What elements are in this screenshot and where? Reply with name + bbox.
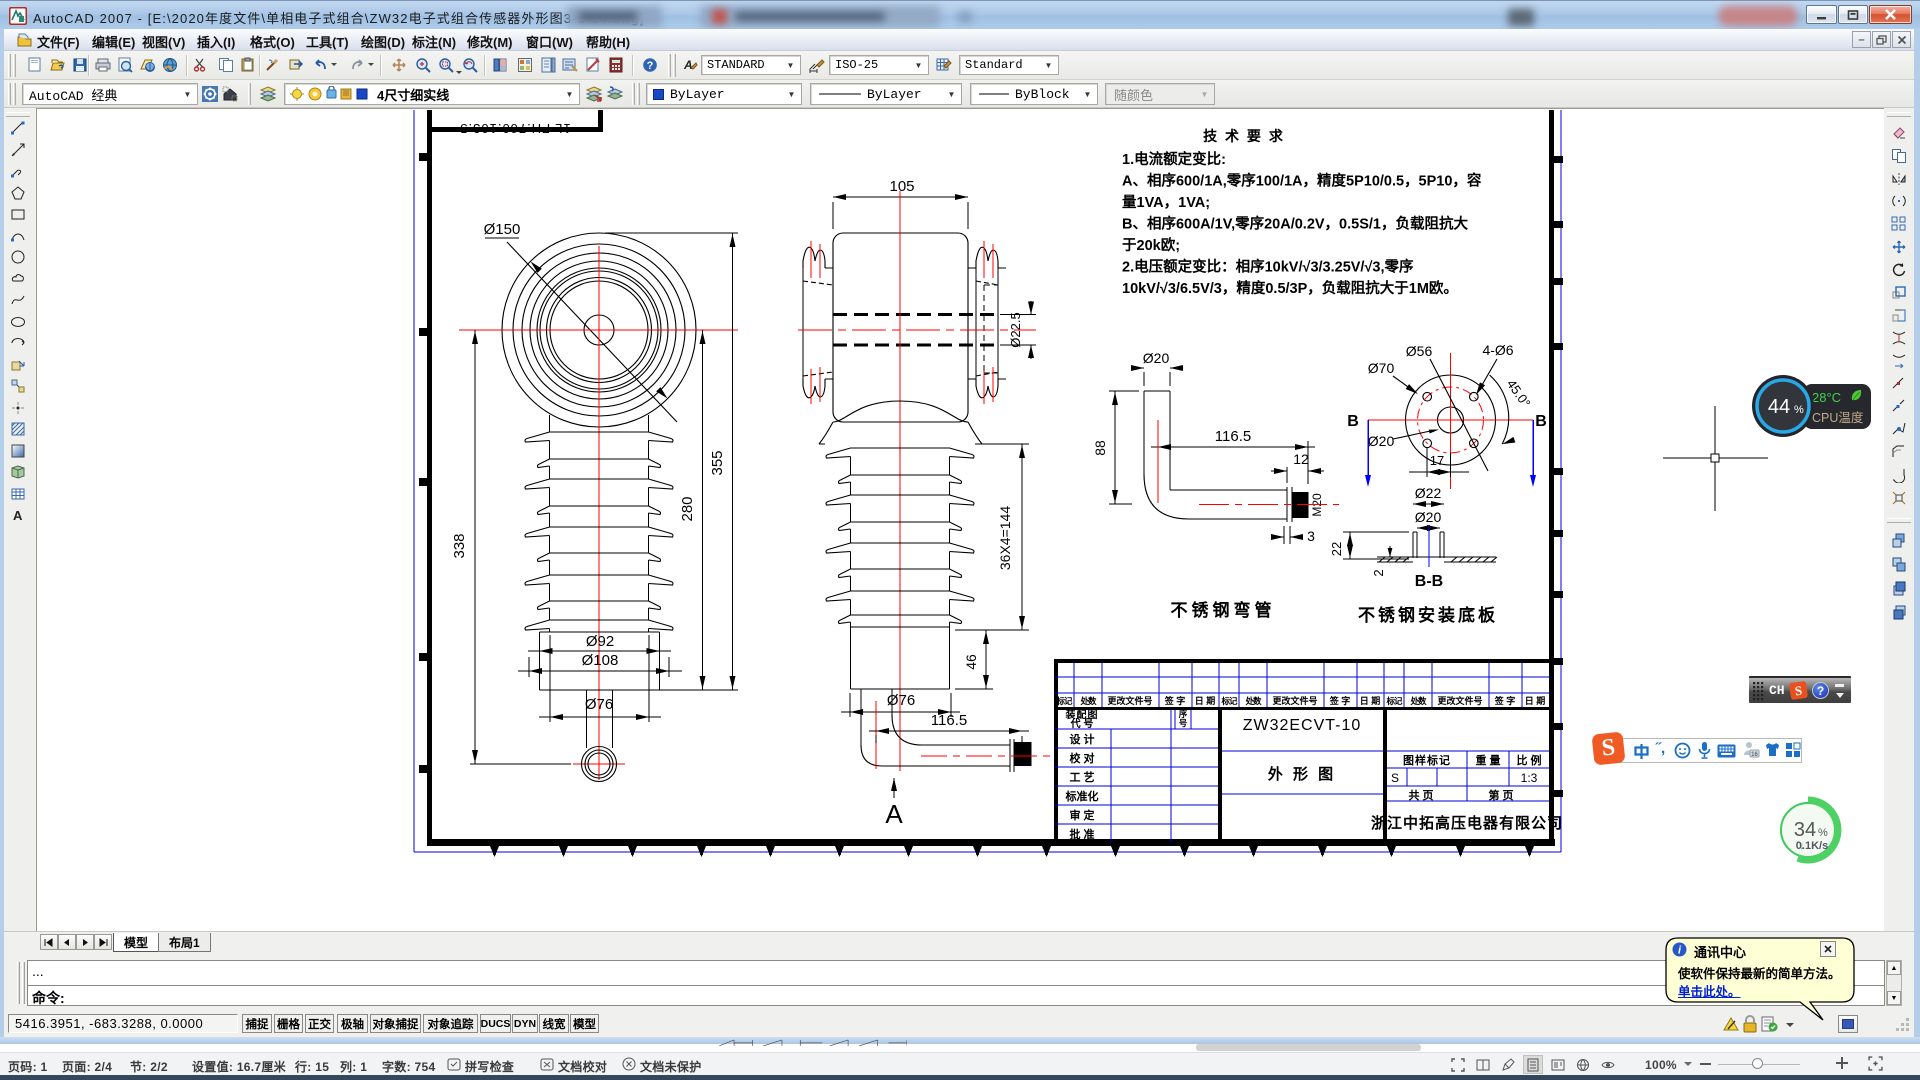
svg-text:批 准: 批 准 bbox=[1069, 827, 1094, 841]
svg-text:A: A bbox=[13, 508, 23, 523]
svg-text:S: S bbox=[1391, 771, 1399, 785]
svg-text:16: 16 bbox=[1751, 752, 1758, 758]
svg-text:Ø20: Ø20 bbox=[1415, 509, 1442, 525]
svg-text:B、相序600A/1V,零序20A/0.2V，0.5S/1，: B、相序600A/1V,零序20A/0.2V，0.5S/1，负载阻抗大 bbox=[1122, 215, 1468, 233]
svg-text:签 字: 签 字 bbox=[1164, 695, 1186, 706]
svg-text:代 号: 代 号 bbox=[1070, 717, 1094, 730]
svg-text:更改文件号: 更改文件号 bbox=[1107, 695, 1152, 706]
svg-text:技 术 要 求: 技 术 要 求 bbox=[1203, 128, 1285, 144]
svg-text:更改文件号: 更改文件号 bbox=[1272, 695, 1317, 706]
svg-text:处数: 处数 bbox=[1409, 696, 1427, 706]
svg-text:B: B bbox=[1347, 413, 1359, 430]
svg-text:116.5: 116.5 bbox=[1215, 428, 1251, 445]
svg-text:280: 280 bbox=[679, 496, 696, 521]
svg-text:Ø70: Ø70 bbox=[1368, 360, 1395, 376]
svg-text:?: ? bbox=[647, 60, 654, 72]
svg-text:A: A bbox=[885, 799, 903, 829]
svg-text:更改文件号: 更改文件号 bbox=[1437, 695, 1482, 706]
svg-text:重 量: 重 量 bbox=[1475, 753, 1500, 767]
svg-text:量1VA，1VA;: 量1VA，1VA; bbox=[1122, 194, 1210, 211]
svg-text:Ø76: Ø76 bbox=[887, 692, 915, 709]
svg-text:17: 17 bbox=[1430, 453, 1444, 468]
svg-text:Ø20: Ø20 bbox=[1143, 350, 1170, 366]
svg-text:标记: 标记 bbox=[1220, 696, 1238, 706]
svg-text:355: 355 bbox=[709, 450, 726, 475]
svg-text:Ø76: Ø76 bbox=[585, 696, 613, 713]
svg-text:45.0°: 45.0° bbox=[1504, 377, 1534, 411]
svg-text:浙江中拓高压电器有限公司: 浙江中拓高压电器有限公司 bbox=[1371, 814, 1563, 832]
svg-text:338: 338 bbox=[451, 533, 468, 558]
svg-text:46: 46 bbox=[963, 654, 979, 670]
svg-text:A、相序600/1A,零序100/1A，精度5P10/0.5: A、相序600/1A,零序100/1A，精度5P10/0.5，5P10，容 bbox=[1122, 172, 1482, 190]
svg-text:设 计: 设 计 bbox=[1069, 732, 1094, 746]
svg-text:标准化: 标准化 bbox=[1065, 789, 1099, 803]
svg-text:工 艺: 工 艺 bbox=[1069, 770, 1094, 784]
svg-text:标记: 标记 bbox=[1385, 696, 1403, 706]
svg-text:88: 88 bbox=[1092, 440, 1108, 456]
svg-text:不锈钢安装底板: 不锈钢安装底板 bbox=[1358, 605, 1498, 625]
svg-text:1L FH.760.103.5: 1L FH.760.103.5 bbox=[459, 121, 570, 136]
svg-text:1.电流额定变比:: 1.电流额定变比: bbox=[1122, 150, 1226, 168]
svg-text:号: 号 bbox=[1179, 718, 1188, 728]
svg-text:ZW32ECVT-10: ZW32ECVT-10 bbox=[1243, 717, 1362, 734]
svg-text:105: 105 bbox=[889, 178, 914, 195]
svg-text:处数: 处数 bbox=[1079, 696, 1097, 706]
svg-text:3: 3 bbox=[1307, 528, 1315, 544]
svg-text:A: A bbox=[683, 58, 693, 72]
svg-text:标记: 标记 bbox=[1055, 696, 1073, 706]
svg-text:不锈钢弯管: 不锈钢弯管 bbox=[1171, 600, 1276, 620]
svg-text:比 例: 比 例 bbox=[1516, 753, 1541, 767]
svg-text:34: 34 bbox=[1794, 819, 1816, 841]
svg-text:1:3: 1:3 bbox=[1521, 771, 1538, 785]
svg-text:处数: 处数 bbox=[1244, 696, 1262, 706]
svg-text:Ø92: Ø92 bbox=[586, 633, 614, 650]
svg-text:%: % bbox=[1818, 827, 1828, 839]
svg-text:Ø108: Ø108 bbox=[582, 652, 619, 669]
svg-text:Ø150: Ø150 bbox=[484, 221, 521, 238]
svg-text:B-B: B-B bbox=[1415, 573, 1443, 590]
svg-text:22: 22 bbox=[1329, 542, 1344, 556]
svg-text:签 字: 签 字 bbox=[1329, 695, 1351, 706]
svg-text:审 定: 审 定 bbox=[1069, 808, 1094, 822]
svg-text:校 对: 校 对 bbox=[1069, 751, 1094, 765]
svg-text:日 期: 日 期 bbox=[1195, 695, 1216, 706]
svg-text:日 期: 日 期 bbox=[1360, 695, 1381, 706]
svg-text:116.5: 116.5 bbox=[931, 712, 967, 729]
svg-text:Ø22: Ø22 bbox=[1415, 485, 1442, 501]
svg-text:44: 44 bbox=[1768, 396, 1790, 418]
svg-text:B: B bbox=[1535, 413, 1547, 430]
svg-text:图样标记: 图样标记 bbox=[1403, 753, 1451, 767]
svg-text:12: 12 bbox=[1293, 451, 1309, 467]
svg-text:签 字: 签 字 bbox=[1494, 695, 1516, 706]
svg-text:外 形 图: 外 形 图 bbox=[1267, 765, 1336, 783]
svg-text:Ø20: Ø20 bbox=[1368, 433, 1395, 449]
svg-text:0.1K/s: 0.1K/s bbox=[1796, 840, 1828, 852]
svg-text:%: % bbox=[1794, 404, 1804, 416]
svg-text:4-Ø6: 4-Ø6 bbox=[1482, 342, 1513, 358]
svg-text:Ø56: Ø56 bbox=[1406, 343, 1433, 359]
svg-text:36X4=144: 36X4=144 bbox=[997, 506, 1013, 570]
svg-text:共 页: 共 页 bbox=[1408, 788, 1433, 802]
svg-text:第 页: 第 页 bbox=[1488, 788, 1513, 802]
svg-text:日 期: 日 期 bbox=[1525, 695, 1546, 706]
svg-text:于20k欧;: 于20k欧; bbox=[1122, 236, 1180, 254]
svg-text:2: 2 bbox=[1371, 569, 1386, 576]
svg-text:2.电压额定变比：相序10kV/√3/3.25V/√3,零序: 2.电压额定变比：相序10kV/√3/3.25V/√3,零序 bbox=[1122, 258, 1414, 276]
svg-text:10kV/√3/6.5V/3，精度0.5/3P，负载阻抗大于: 10kV/√3/6.5V/3，精度0.5/3P，负载阻抗大于1M欧。 bbox=[1122, 279, 1458, 297]
